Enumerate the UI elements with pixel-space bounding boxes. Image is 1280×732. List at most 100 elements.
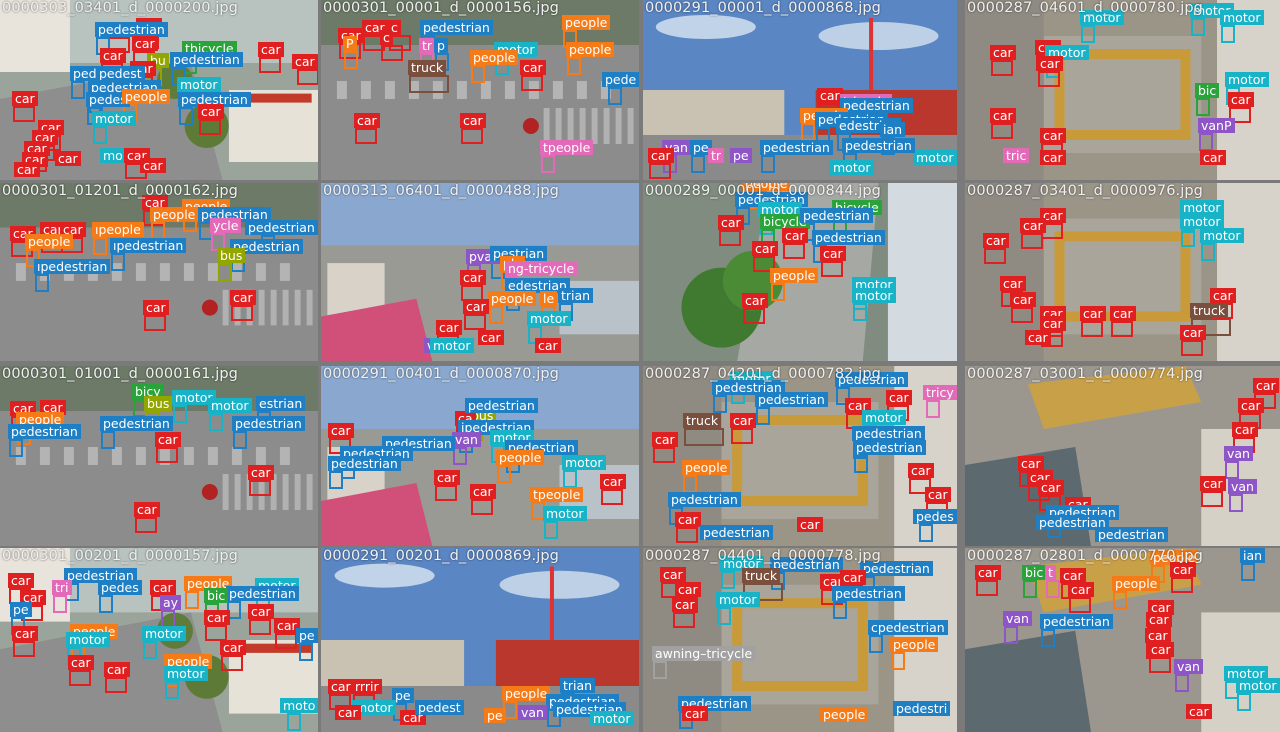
label-car: car bbox=[730, 413, 756, 428]
label-bus: bus bbox=[217, 248, 246, 263]
label-car: car bbox=[292, 54, 318, 69]
label-car: car bbox=[1040, 150, 1066, 165]
label-car: car bbox=[434, 470, 460, 485]
bbox-car bbox=[649, 163, 671, 179]
label-car: car bbox=[335, 705, 361, 720]
bbox-motor bbox=[721, 571, 735, 589]
label-car: car bbox=[155, 432, 181, 447]
bbox-pedestrian bbox=[111, 253, 125, 271]
label-pedestrian: pedestrian bbox=[842, 138, 915, 153]
bbox-people bbox=[1113, 591, 1127, 609]
label-car: car bbox=[248, 604, 274, 619]
tile-filename: 0000301_00001_d_0000156.jpg bbox=[323, 0, 559, 16]
label-car: car bbox=[1186, 704, 1212, 719]
label-van: van bbox=[518, 705, 547, 720]
label-car: car bbox=[1180, 325, 1206, 340]
label-people: people bbox=[1112, 576, 1161, 591]
bbox-pedestrian bbox=[179, 107, 193, 125]
bbox-truck bbox=[684, 428, 724, 446]
label-people: people bbox=[496, 450, 545, 465]
bbox-car bbox=[135, 517, 157, 533]
image-tile: 0000287_04401_d_0000778.jpg car pedestrian… bbox=[643, 548, 957, 732]
label-motor: moto bbox=[280, 698, 318, 713]
image-tile: 0000303_03401_d_0000200.jpgcarcarpedestr… bbox=[0, 0, 318, 180]
label-car: car bbox=[55, 151, 81, 166]
image-tile: 0000287_02801_d_0000770.jpg people ian car b… bbox=[965, 548, 1280, 732]
label-car: car bbox=[1040, 128, 1066, 143]
bbox-pedestrian bbox=[756, 407, 770, 425]
label-car: car bbox=[1148, 642, 1174, 657]
label-car: car bbox=[1145, 628, 1171, 643]
label-car: car bbox=[652, 432, 678, 447]
bbox-tricycle bbox=[926, 400, 940, 418]
label-tricycle: tr bbox=[419, 38, 436, 53]
label-motor: motor bbox=[716, 592, 760, 607]
label-pedestrian: pedestrian bbox=[95, 22, 168, 37]
label-car: car bbox=[460, 113, 486, 128]
bbox-car bbox=[1201, 491, 1223, 507]
bbox-van bbox=[1004, 626, 1018, 644]
label-pedestrian: pedes bbox=[913, 509, 957, 524]
label-motor: motor bbox=[562, 455, 606, 470]
bbox-motor bbox=[173, 405, 187, 423]
tile-filename: 0000301_01001_d_0000161.jpg bbox=[2, 366, 238, 382]
label-pedestrian: pedestri bbox=[893, 701, 951, 716]
label-people: people bbox=[150, 207, 199, 222]
label-motor: motor bbox=[1200, 228, 1244, 243]
label-bicycle: bic bbox=[1195, 83, 1220, 98]
bbox-car bbox=[435, 485, 457, 501]
image-tile: 0000301_00201_d_0000157.jpg pedestrian car… bbox=[0, 548, 318, 732]
label-van: van bbox=[452, 432, 481, 447]
tile-filename: 0000287_04601_d_0000780.jpg bbox=[967, 0, 1203, 16]
label-car: car bbox=[470, 484, 496, 499]
label-car: car bbox=[1146, 612, 1172, 627]
bbox-motor bbox=[544, 521, 558, 539]
label-car: car bbox=[718, 215, 744, 230]
label-car: car bbox=[143, 300, 169, 315]
label-pedestrian: pedestrian bbox=[668, 492, 741, 507]
label-van: van bbox=[1003, 611, 1032, 626]
label-pedestrian: p bbox=[434, 38, 448, 53]
label-car: car bbox=[460, 270, 486, 285]
tile-filename: 0000291_00201_d_0000869.jpg bbox=[323, 548, 559, 564]
bbox-motor bbox=[1201, 243, 1215, 261]
bbox-car bbox=[1038, 71, 1060, 87]
label-people: people bbox=[122, 89, 171, 104]
bbox-people bbox=[801, 123, 815, 141]
bbox-car bbox=[673, 612, 695, 628]
bbox-pedestrian bbox=[1041, 629, 1055, 647]
label-motor: motor bbox=[852, 288, 896, 303]
label-motor: motor bbox=[1220, 10, 1264, 25]
bbox-motor bbox=[853, 303, 867, 321]
bbox-car bbox=[991, 60, 1013, 76]
label-pedestrian: pedestrian bbox=[232, 416, 305, 431]
bbox-motor bbox=[1237, 693, 1251, 711]
label-car: car bbox=[675, 582, 701, 597]
image-tile: 0000301_01201_d_0000162.jpgcar people peop… bbox=[0, 183, 318, 361]
label-van: pe bbox=[730, 148, 752, 163]
bbox-motor bbox=[209, 413, 223, 431]
bbox-van bbox=[1175, 674, 1189, 692]
label-pedestrian: pedes bbox=[98, 580, 142, 595]
label-car: car bbox=[198, 104, 224, 119]
label-car: car bbox=[1000, 276, 1026, 291]
label-bicycle: bic bbox=[1022, 565, 1047, 580]
label-car: car bbox=[248, 465, 274, 480]
label-people: people bbox=[502, 686, 551, 701]
mosaic-grid: 0000303_03401_d_0000200.jpgcarcarpedestr… bbox=[0, 0, 1280, 732]
label-car: car bbox=[220, 640, 246, 655]
label-car: car bbox=[820, 246, 846, 261]
bbox-car bbox=[156, 447, 178, 463]
label-motor: motor bbox=[543, 506, 587, 521]
image-tile: 0000291_00401_d_0000870.jpg bus ca pedestri… bbox=[321, 366, 639, 546]
label-pedestrian: pedestrian bbox=[465, 398, 538, 413]
tile-filename: 0000287_04401_d_0000778.jpg bbox=[645, 548, 881, 564]
label-car: car bbox=[1018, 456, 1044, 471]
label-truck: truck bbox=[1190, 303, 1229, 318]
label-car: car bbox=[1020, 218, 1046, 233]
image-tile: 0000289_00001_d_0000844.jpg people pedestr… bbox=[643, 183, 957, 361]
bbox-car bbox=[231, 305, 253, 321]
label-car: car bbox=[140, 158, 166, 173]
bbox-car bbox=[1149, 657, 1171, 673]
bbox-pedestrian bbox=[713, 395, 727, 413]
